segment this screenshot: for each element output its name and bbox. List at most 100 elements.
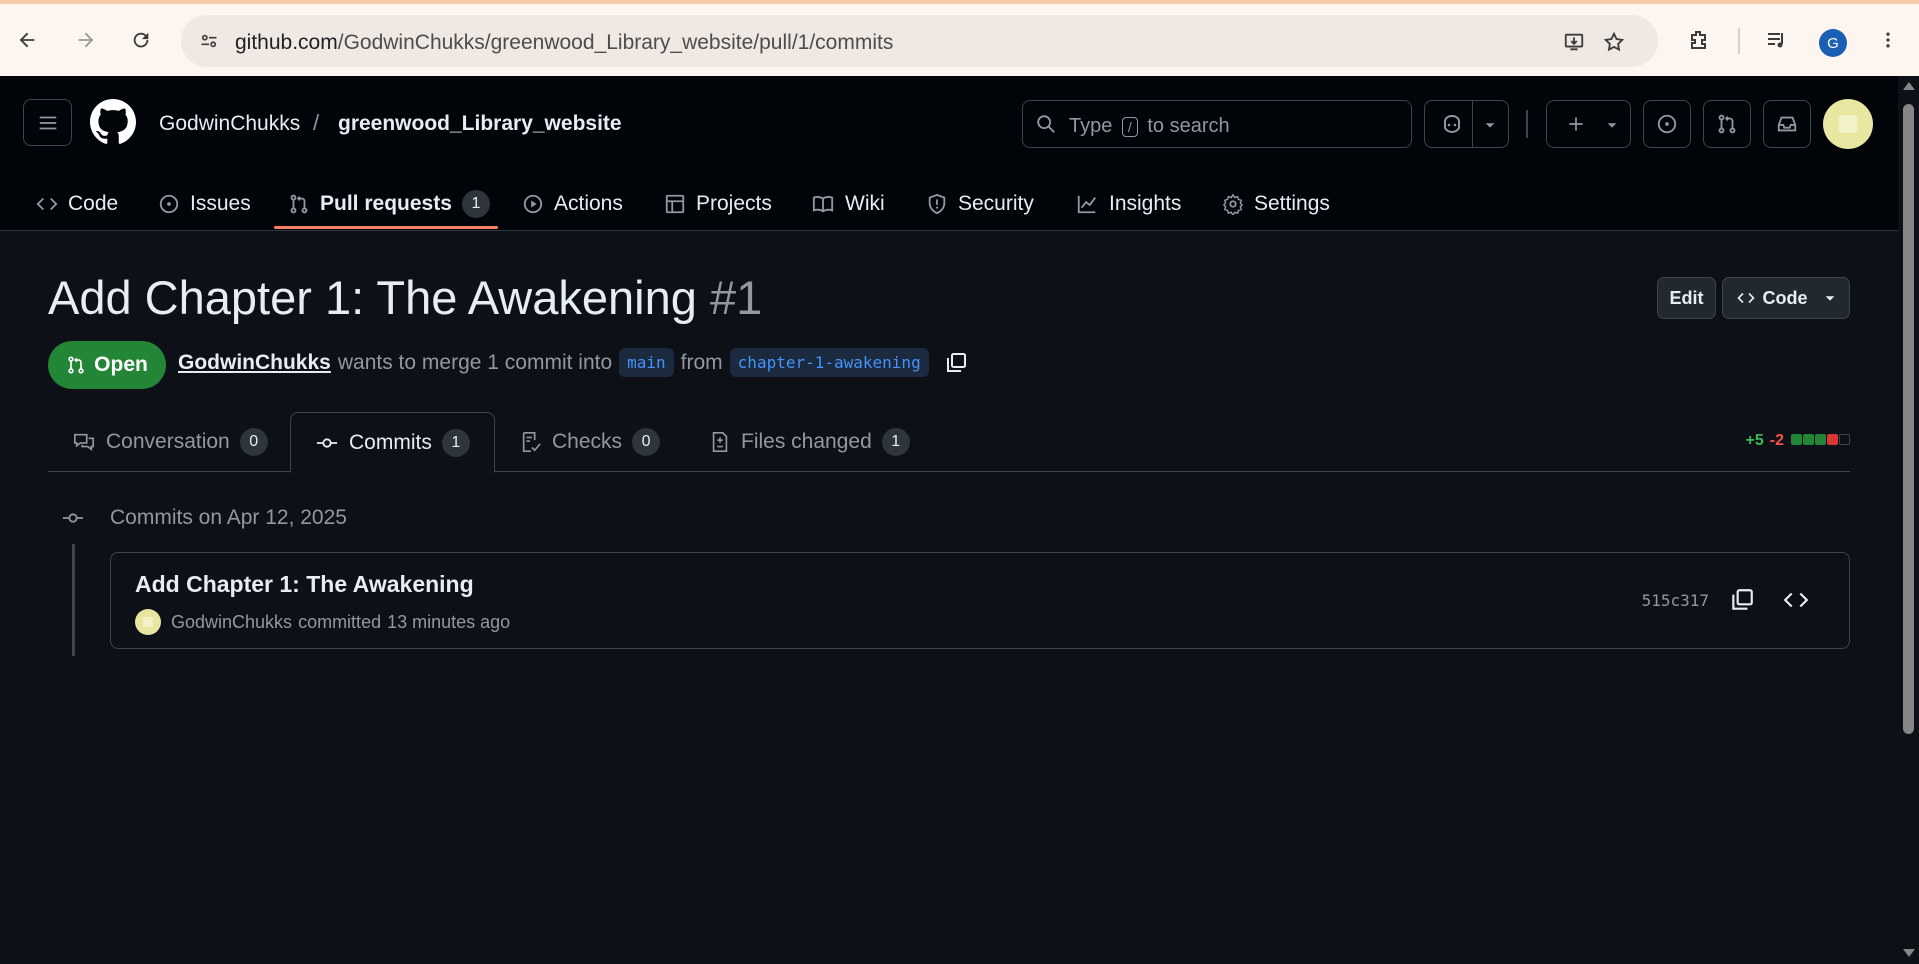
- commit-time: 13 minutes ago: [387, 611, 511, 632]
- toolbar-separator: [1738, 28, 1740, 54]
- copy-icon[interactable]: [1729, 587, 1755, 613]
- create-new-button[interactable]: [1546, 100, 1631, 148]
- repo-nav-settings[interactable]: Settings: [1222, 176, 1330, 231]
- code-icon: [1736, 292, 1755, 304]
- tab-label: Files changed: [741, 430, 872, 453]
- tab-label: Conversation: [106, 430, 230, 453]
- timeline-line: [72, 544, 75, 656]
- repo-nav-label: Wiki: [845, 191, 885, 215]
- search-icon: [1037, 115, 1055, 133]
- pull-requests-button[interactable]: [1703, 100, 1751, 148]
- header-divider: [1526, 110, 1528, 138]
- edit-title-button[interactable]: Edit: [1657, 277, 1716, 319]
- repo-nav-label: Projects: [696, 191, 772, 215]
- repo-name-link[interactable]: greenwood_Library_website: [338, 112, 622, 136]
- pull-request-icon: [68, 356, 84, 374]
- repo-nav-issues[interactable]: Issues: [158, 176, 251, 231]
- profile-avatar[interactable]: G: [1819, 29, 1847, 57]
- extensions-icon[interactable]: [1683, 24, 1715, 56]
- bookmark-star-icon[interactable]: [1601, 29, 1627, 55]
- additions-count: +5: [1745, 432, 1764, 449]
- pull-request-icon: [290, 194, 308, 213]
- address-bar[interactable]: github.com/GodwinChukks/greenwood_Librar…: [181, 15, 1658, 67]
- avatar-pattern: [1839, 115, 1857, 133]
- code-icon[interactable]: [1783, 587, 1809, 613]
- hamburger-icon: [39, 116, 56, 129]
- git-commit-icon: [62, 513, 84, 523]
- scroll-up-arrow[interactable]: [1903, 82, 1915, 90]
- comment-discussion-icon: [74, 433, 94, 451]
- page-title: Add Chapter 1: The Awakening #1: [48, 270, 762, 325]
- reload-button[interactable]: [125, 24, 157, 56]
- pull-requests-counter: 1: [461, 189, 490, 218]
- repo-nav-label: Pull requests: [320, 191, 452, 215]
- scroll-down-arrow[interactable]: [1903, 949, 1915, 957]
- search-input[interactable]: Type / to search: [1022, 100, 1412, 148]
- repo-nav-projects[interactable]: Projects: [664, 176, 772, 231]
- repo-nav-label: Actions: [554, 191, 623, 215]
- scrollbar[interactable]: [1898, 76, 1919, 964]
- code-icon: [36, 197, 58, 210]
- commit-action: committed: [298, 611, 382, 632]
- repo-nav-code[interactable]: Code: [36, 176, 118, 231]
- back-button[interactable]: [11, 24, 43, 56]
- pr-author-link[interactable]: GodwinChukks: [178, 351, 331, 375]
- issues-button[interactable]: [1643, 100, 1691, 148]
- tab-counter: 0: [632, 428, 661, 456]
- browser-menu-icon[interactable]: [1872, 24, 1904, 56]
- media-control-icon[interactable]: [1761, 24, 1793, 56]
- avatar[interactable]: [135, 609, 161, 635]
- site-settings-icon[interactable]: [197, 29, 221, 53]
- global-nav-menu-button[interactable]: [23, 99, 72, 146]
- repo-nav-pull-requests[interactable]: Pull requests 1: [288, 176, 490, 231]
- base-branch[interactable]: main: [619, 348, 674, 377]
- tab-commits[interactable]: Commits 1: [290, 412, 495, 473]
- tab-conversation[interactable]: Conversation 0: [72, 412, 268, 472]
- book-icon: [812, 195, 834, 212]
- repo-nav-security[interactable]: Security: [926, 176, 1034, 231]
- copy-icon[interactable]: [944, 351, 968, 375]
- repo-nav-label: Issues: [190, 191, 251, 215]
- commit-title-link[interactable]: Add Chapter 1: The Awakening: [135, 571, 474, 598]
- diffstat-box-added: [1815, 434, 1826, 445]
- active-tab-underline: [274, 226, 498, 229]
- tab-counter: 1: [881, 428, 910, 456]
- url-text: github.com/GodwinChukks/greenwood_Librar…: [235, 31, 894, 54]
- code-dropdown-button[interactable]: Code: [1722, 277, 1850, 319]
- tab-checks[interactable]: Checks 0: [520, 412, 661, 472]
- avatar-pattern: [143, 617, 153, 627]
- inbox-button[interactable]: [1763, 100, 1811, 148]
- browser-toolbar: github.com/GodwinChukks/greenwood_Librar…: [0, 0, 1919, 76]
- install-app-icon[interactable]: [1561, 29, 1587, 55]
- commit-author-link[interactable]: GodwinChukks: [171, 612, 292, 633]
- commit-meta: GodwinChukks committed 13 minutes ago: [135, 609, 510, 635]
- diffstat: +5 -2: [1746, 432, 1850, 450]
- tab-files-changed[interactable]: Files changed 1: [709, 412, 910, 472]
- copilot-button[interactable]: [1424, 100, 1509, 148]
- repo-nav-wiki[interactable]: Wiki: [811, 176, 885, 231]
- play-icon: [523, 194, 543, 213]
- diffstat-box-neutral: [1839, 434, 1850, 445]
- tab-counter: 0: [239, 428, 268, 456]
- arrow-left-icon: [19, 32, 35, 48]
- chevron-down-icon[interactable]: [1483, 118, 1497, 132]
- shield-icon: [928, 193, 946, 214]
- github-logo-icon[interactable]: [90, 99, 136, 145]
- pr-meta: GodwinChukks wants to merge 1 commit int…: [178, 348, 968, 377]
- head-branch[interactable]: chapter-1-awakening: [729, 348, 929, 377]
- issue-icon: [159, 194, 179, 213]
- diffstat-boxes: [1790, 432, 1850, 450]
- forward-button[interactable]: [70, 24, 102, 56]
- diffstat-box-deleted: [1827, 434, 1838, 445]
- commit-group-header: Commits on Apr 12, 2025: [60, 506, 347, 530]
- status-label: Open: [94, 353, 148, 376]
- scroll-thumb[interactable]: [1903, 104, 1914, 734]
- repo-nav-label: Settings: [1254, 191, 1330, 215]
- repo-nav-actions[interactable]: Actions: [522, 176, 623, 231]
- gear-icon: [1222, 193, 1244, 215]
- commit-sha-link[interactable]: 515c317: [1642, 591, 1709, 610]
- user-avatar[interactable]: [1823, 99, 1873, 149]
- repo-nav-insights[interactable]: Insights: [1075, 176, 1181, 231]
- repo-owner-link[interactable]: GodwinChukks: [159, 112, 300, 136]
- issue-icon: [1657, 114, 1677, 134]
